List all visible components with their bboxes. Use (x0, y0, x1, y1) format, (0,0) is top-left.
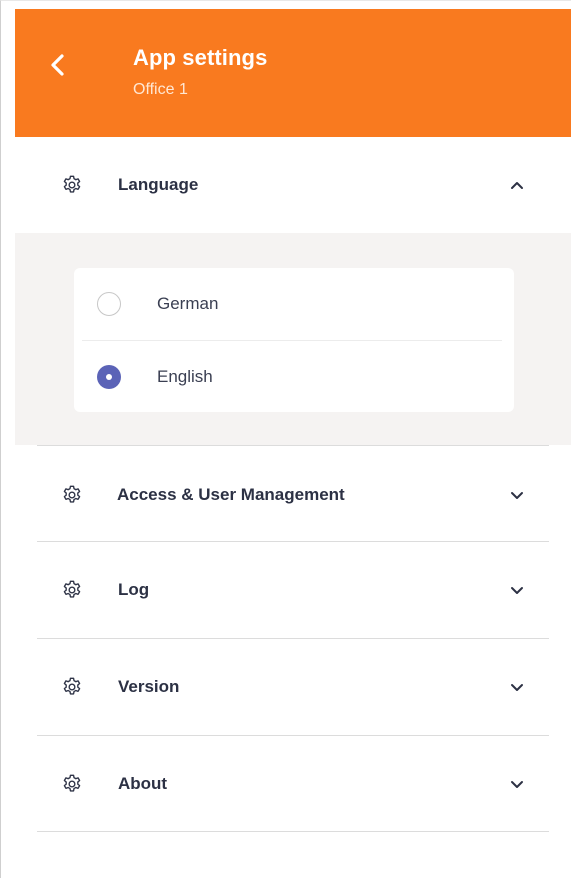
section-version-label: Version (118, 677, 180, 696)
section-about-label: About (118, 774, 168, 793)
back-button[interactable] (45, 49, 71, 81)
section-about[interactable]: About (15, 736, 571, 831)
language-option-english[interactable]: English (74, 341, 514, 413)
section-log[interactable]: Log (15, 542, 571, 638)
chevron-left-icon (51, 54, 64, 76)
gear-icon (63, 580, 81, 598)
section-language-header[interactable]: Language (15, 137, 571, 233)
language-option-german[interactable]: German (74, 268, 514, 340)
section-language-label: Language (118, 175, 199, 194)
section-version[interactable]: Version (15, 639, 571, 735)
app-settings-screen: App settings Office 1 Language German En… (0, 0, 571, 878)
app-header: App settings Office 1 (15, 9, 571, 137)
gear-icon (63, 485, 81, 503)
gear-icon (63, 677, 81, 695)
gear-icon (63, 175, 81, 193)
section-access-label: Access & User Management (117, 485, 345, 504)
page-subtitle: Office 1 (133, 81, 188, 98)
language-option-label: German (157, 294, 219, 313)
chevron-down-icon (511, 492, 523, 499)
section-divider (37, 831, 549, 832)
gear-icon (63, 774, 81, 792)
language-option-label: English (157, 367, 213, 386)
language-radio-group: German English (74, 268, 514, 412)
radio-english[interactable] (97, 365, 121, 389)
chevron-up-icon (511, 182, 523, 189)
section-log-label: Log (118, 580, 150, 599)
chevron-down-icon (511, 684, 523, 691)
chevron-down-icon (511, 587, 523, 594)
chevron-down-icon (511, 781, 523, 788)
page-title: App settings (133, 45, 268, 70)
radio-german[interactable] (97, 292, 121, 316)
language-options-panel: German English (15, 233, 571, 445)
section-access-user-management[interactable]: Access & User Management (15, 446, 571, 541)
